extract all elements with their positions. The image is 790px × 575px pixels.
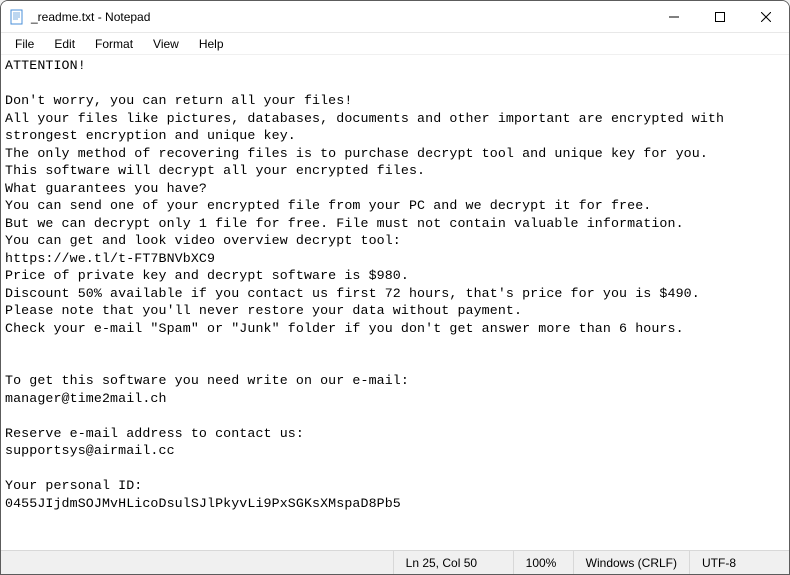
status-line-ending: Windows (CRLF) (573, 551, 689, 574)
status-cursor-position: Ln 25, Col 50 (393, 551, 513, 574)
menu-edit[interactable]: Edit (44, 35, 85, 53)
maximize-icon (715, 12, 725, 22)
notepad-window: _readme.txt - Notepad File Edit Format V… (0, 0, 790, 575)
close-button[interactable] (743, 1, 789, 32)
close-icon (761, 12, 771, 22)
window-title: _readme.txt - Notepad (31, 10, 651, 24)
statusbar: Ln 25, Col 50 100% Windows (CRLF) UTF-8 (1, 550, 789, 574)
menubar: File Edit Format View Help (1, 33, 789, 55)
maximize-button[interactable] (697, 1, 743, 32)
window-controls (651, 1, 789, 32)
document-text: ATTENTION! Don't worry, you can return a… (5, 57, 785, 512)
menu-file[interactable]: File (5, 35, 44, 53)
notepad-icon (9, 9, 25, 25)
menu-format[interactable]: Format (85, 35, 143, 53)
minimize-button[interactable] (651, 1, 697, 32)
status-zoom: 100% (513, 551, 573, 574)
menu-view[interactable]: View (143, 35, 189, 53)
text-area[interactable]: ATTENTION! Don't worry, you can return a… (1, 55, 789, 550)
titlebar[interactable]: _readme.txt - Notepad (1, 1, 789, 33)
menu-help[interactable]: Help (189, 35, 234, 53)
status-encoding: UTF-8 (689, 551, 789, 574)
minimize-icon (669, 12, 679, 22)
